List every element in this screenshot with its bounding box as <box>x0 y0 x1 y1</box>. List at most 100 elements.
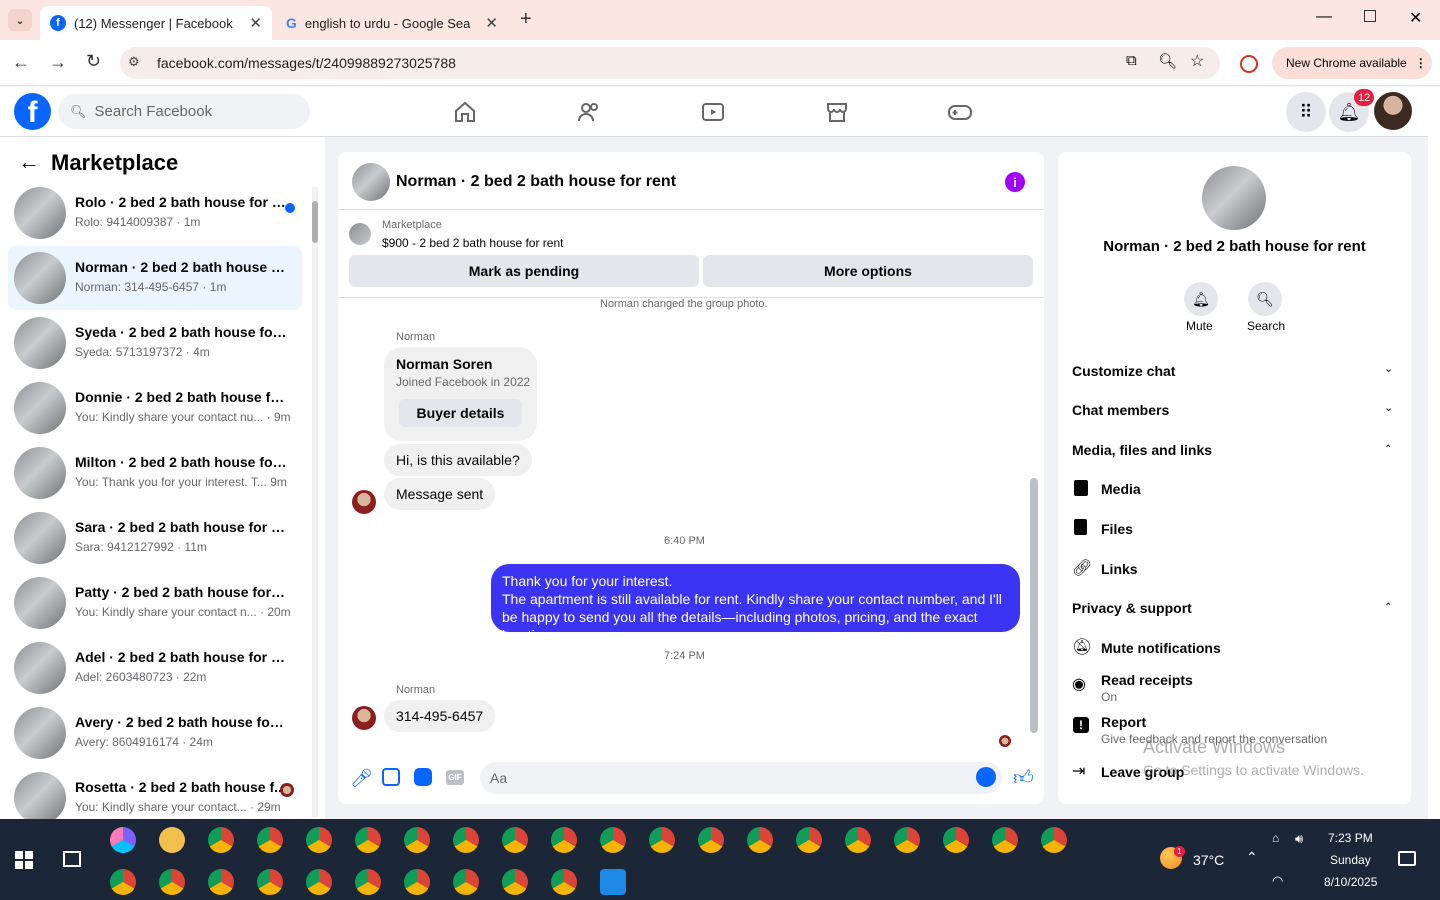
wifi-icon[interactable]: ◠ <box>1272 873 1283 889</box>
friends-icon[interactable] <box>577 100 601 124</box>
chat-scrollbar-thumb[interactable] <box>1030 478 1038 733</box>
tab-search-button[interactable]: ⌄ <box>8 9 32 31</box>
photos-app-icon[interactable] <box>600 869 626 895</box>
video-icon[interactable] <box>701 100 725 124</box>
bookmark-star-icon[interactable]: ☆ <box>1190 51 1204 71</box>
chevron-up-icon[interactable]: ⌃ <box>1246 849 1258 866</box>
chrome-window-icon[interactable] <box>355 869 381 895</box>
chrome-window-icon[interactable] <box>110 869 136 895</box>
close-tab-icon[interactable]: ✕ <box>485 14 498 32</box>
chrome-window-icon[interactable] <box>845 827 871 853</box>
chrome-window-icon[interactable] <box>208 869 234 895</box>
report-button[interactable]: Report <box>1101 714 1146 730</box>
chrome-window-icon[interactable] <box>943 827 969 853</box>
privacy-section-toggle[interactable]: Privacy & support <box>1072 600 1192 616</box>
sender-avatar[interactable] <box>352 490 376 514</box>
clock-day[interactable]: Sunday <box>1330 853 1371 867</box>
zoom-icon[interactable]: 🔍︎ <box>1158 52 1177 70</box>
more-options-button[interactable]: More options <box>703 255 1033 287</box>
read-receipts-button[interactable]: Read receipts <box>1101 672 1193 688</box>
chrome-window-icon[interactable] <box>306 869 332 895</box>
chrome-window-icon[interactable] <box>404 827 430 853</box>
emoji-icon[interactable] <box>976 767 996 787</box>
conversation-item[interactable]: Rolo · 2 bed 2 bath house for r... Rolo: … <box>8 181 302 245</box>
chrome-window-icon[interactable] <box>257 869 283 895</box>
maximize-button[interactable] <box>1364 10 1376 22</box>
media-link[interactable]: Media <box>1101 481 1141 497</box>
chat-avatar[interactable] <box>352 163 390 201</box>
conversation-item[interactable]: Donnie · 2 bed 2 bath house for... You: K… <box>8 376 302 440</box>
chrome-window-icon[interactable] <box>796 827 822 853</box>
scrollbar-track[interactable] <box>312 187 318 817</box>
back-icon[interactable]: ← <box>12 52 30 73</box>
new-chrome-button[interactable]: New Chrome available ⋮ <box>1272 47 1432 79</box>
page-scrollbar[interactable] <box>1428 87 1440 819</box>
links-link[interactable]: Links <box>1101 561 1138 577</box>
omnibox[interactable]: ⚙ facebook.com/messages/t/24099889273025… <box>120 47 1220 79</box>
conversation-item[interactable]: Sara · 2 bed 2 bath house for rent Sara: … <box>8 506 302 570</box>
chevron-down-icon[interactable]: ⌄ <box>1384 401 1393 414</box>
chrome-window-icon[interactable] <box>404 869 430 895</box>
chrome-window-icon[interactable] <box>551 827 577 853</box>
close-window-button[interactable]: ✕ <box>1409 8 1422 28</box>
chrome-window-icon[interactable] <box>600 827 626 853</box>
listing-title[interactable]: $900 - 2 bed 2 bath house for rent <box>382 236 563 250</box>
mute-notifications-button[interactable]: Mute notifications <box>1101 640 1221 656</box>
info-icon[interactable]: i <box>1005 172 1025 192</box>
chrome-window-icon[interactable] <box>208 827 234 853</box>
gif-icon[interactable]: GIF <box>446 770 464 785</box>
menu-button[interactable]: ⠿ <box>1286 92 1326 132</box>
more-vert-icon[interactable]: ⋮ <box>1415 56 1427 70</box>
install-app-icon[interactable]: ⧉ <box>1126 52 1137 69</box>
chat-scrollbar[interactable] <box>1030 302 1038 742</box>
chrome-window-icon[interactable] <box>453 869 479 895</box>
customize-chat-toggle[interactable]: Customize chat <box>1072 363 1175 379</box>
chat-members-toggle[interactable]: Chat members <box>1072 402 1169 418</box>
files-link[interactable]: Files <box>1101 521 1133 537</box>
media-section-toggle[interactable]: Media, files and links <box>1072 442 1212 458</box>
outgoing-message-bubble[interactable]: Thank you for your interest. The apartme… <box>491 564 1020 643</box>
facebook-logo-icon[interactable]: f <box>14 93 51 130</box>
conversation-item[interactable]: Avery · 2 bed 2 bath house for r... Avery… <box>8 701 302 765</box>
marketplace-icon[interactable] <box>825 100 849 124</box>
message-bubble[interactable]: 314-495-6457 <box>384 700 496 732</box>
tab-google-search[interactable]: G english to urdu - Google Search ✕ <box>276 6 508 40</box>
sender-avatar[interactable] <box>352 706 376 730</box>
chevron-up-icon[interactable]: ⌃ <box>1384 602 1392 613</box>
chat-title[interactable]: Norman · 2 bed 2 bath house for rent <box>396 173 676 191</box>
chrome-window-icon[interactable] <box>355 827 381 853</box>
network-icon[interactable]: ⌂ <box>1272 831 1279 845</box>
task-view-icon[interactable] <box>63 851 81 867</box>
weather-temp[interactable]: 37°C <box>1193 852 1224 868</box>
chrome-window-icon[interactable] <box>306 827 332 853</box>
chrome-window-icon[interactable] <box>992 827 1018 853</box>
chrome-window-icon[interactable] <box>159 869 185 895</box>
mark-pending-button[interactable]: Mark as pending <box>349 255 699 287</box>
home-icon[interactable] <box>453 100 477 124</box>
forward-icon[interactable]: → <box>49 52 67 73</box>
like-icon[interactable]: 👍︎ <box>1013 766 1034 790</box>
listing-thumbnail[interactable] <box>349 223 371 245</box>
gaming-icon[interactable] <box>947 100 973 124</box>
chrome-window-icon[interactable] <box>453 827 479 853</box>
chrome-window-icon[interactable] <box>1041 827 1067 853</box>
chrome-window-icon[interactable] <box>502 869 528 895</box>
conversation-item[interactable]: Adel · 2 bed 2 bath house for rent Adel: … <box>8 636 302 700</box>
reload-icon[interactable]: ↻ <box>86 51 101 72</box>
conversation-item[interactable]: Patty · 2 bed 2 bath house for re... You:… <box>8 571 302 635</box>
chat-info-avatar[interactable] <box>1202 166 1266 230</box>
site-info-icon[interactable]: ⚙ <box>128 54 140 70</box>
new-tab-button[interactable]: + <box>520 8 532 31</box>
chevron-down-icon[interactable]: ⌄ <box>1384 362 1393 375</box>
message-bubble[interactable]: Message sent <box>384 478 496 510</box>
scrollbar-thumb[interactable] <box>312 201 318 243</box>
tab-messenger[interactable]: f (12) Messenger | Facebook ✕ <box>40 6 272 40</box>
mute-button[interactable]: 🔔︎ <box>1184 282 1218 316</box>
chrome-window-icon[interactable] <box>551 869 577 895</box>
conversation-item[interactable]: Milton · 2 bed 2 bath house for ... You: … <box>8 441 302 505</box>
chrome-window-icon[interactable] <box>698 827 724 853</box>
minimize-button[interactable]: — <box>1316 8 1332 26</box>
clock-time[interactable]: 7:23 PM <box>1328 831 1373 845</box>
notification-center-icon[interactable] <box>1398 851 1416 866</box>
conversation-item[interactable]: Syeda · 2 bed 2 bath house for r... Syeda… <box>8 311 302 375</box>
